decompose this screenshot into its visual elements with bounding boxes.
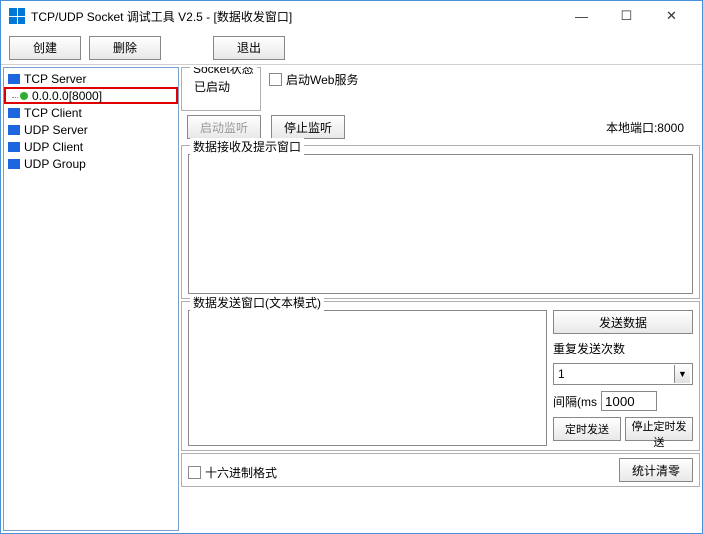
send-legend: 数据发送窗口(文本模式) xyxy=(190,294,324,311)
hex-checkbox[interactable]: 十六进制格式 xyxy=(188,464,277,481)
tree-label: TCP Server xyxy=(24,72,86,86)
bottom-row: 十六进制格式 统计清零 xyxy=(181,453,700,487)
chevron-down-icon: ▼ xyxy=(674,365,690,383)
active-icon xyxy=(20,92,28,100)
checkbox-label: 启动Web服务 xyxy=(286,71,358,88)
tree-label: 0.0.0.0[8000] xyxy=(32,89,102,103)
content-area: TCP Server 0.0.0.0[8000] TCP Client UDP … xyxy=(1,65,702,533)
send-controls: 发送数据 重复发送次数 1 ▼ 间隔(ms 定时发送 停止定时发送 xyxy=(553,310,693,446)
local-port-label: 本地端口:8000 xyxy=(606,119,694,136)
tree-label: UDP Server xyxy=(24,123,88,137)
socket-legend: Socket状态 xyxy=(190,67,257,77)
receive-group: 数据接收及提示窗口 xyxy=(181,145,700,299)
maximize-button[interactable]: ☐ xyxy=(604,2,649,31)
titlebar: TCP/UDP Socket 调试工具 V2.5 - [数据收发窗口] — ☐ … xyxy=(1,1,702,31)
app-window: TCP/UDP Socket 调试工具 V2.5 - [数据收发窗口] — ☐ … xyxy=(0,0,703,534)
repeat-select[interactable]: 1 ▼ xyxy=(553,363,693,385)
server-icon xyxy=(8,142,20,152)
server-icon xyxy=(8,74,20,84)
server-icon xyxy=(8,159,20,169)
create-button[interactable]: 创建 xyxy=(9,36,81,60)
checkbox-icon xyxy=(188,466,201,479)
server-icon xyxy=(8,125,20,135)
tree-listener-selected[interactable]: 0.0.0.0[8000] xyxy=(4,87,178,104)
tree-label: TCP Client xyxy=(24,106,82,120)
timer-start-button[interactable]: 定时发送 xyxy=(553,417,621,441)
tree-label: UDP Client xyxy=(24,140,83,154)
delete-button[interactable]: 删除 xyxy=(89,36,161,60)
socket-status-group: Socket状态 已启动 xyxy=(181,67,261,111)
webservice-checkbox[interactable]: 启动Web服务 xyxy=(269,71,358,88)
repeat-value: 1 xyxy=(558,367,565,381)
interval-input[interactable] xyxy=(601,391,657,411)
checkbox-label: 十六进制格式 xyxy=(205,464,277,481)
receive-legend: 数据接收及提示窗口 xyxy=(190,138,304,155)
server-icon xyxy=(8,108,20,118)
stats-clear-button[interactable]: 统计清零 xyxy=(619,458,693,482)
window-title: TCP/UDP Socket 调试工具 V2.5 - [数据收发窗口] xyxy=(31,8,559,25)
repeat-label: 重复发送次数 xyxy=(553,340,693,357)
tree-udp-server[interactable]: UDP Server xyxy=(4,121,178,138)
receive-textarea[interactable] xyxy=(188,154,693,294)
tree-udp-group[interactable]: UDP Group xyxy=(4,155,178,172)
tree-tcp-client[interactable]: TCP Client xyxy=(4,104,178,121)
app-icon xyxy=(9,8,25,24)
window-controls: — ☐ ✕ xyxy=(559,2,694,31)
close-button[interactable]: ✕ xyxy=(649,2,694,31)
send-group: 数据发送窗口(文本模式) 发送数据 重复发送次数 1 ▼ 间隔(ms xyxy=(181,301,700,451)
minimize-button[interactable]: — xyxy=(559,2,604,31)
timer-stop-button[interactable]: 停止定时发送 xyxy=(625,417,693,441)
tree-udp-client[interactable]: UDP Client xyxy=(4,138,178,155)
toolbar: 创建 删除 退出 xyxy=(1,31,702,65)
status-strip: Socket状态 已启动 启动Web服务 xyxy=(181,67,700,111)
stop-listen-button[interactable]: 停止监听 xyxy=(271,115,345,139)
tree-label: UDP Group xyxy=(24,157,86,171)
send-textarea[interactable] xyxy=(188,310,547,446)
sidebar-tree[interactable]: TCP Server 0.0.0.0[8000] TCP Client UDP … xyxy=(3,67,179,531)
start-listen-button[interactable]: 启动监听 xyxy=(187,115,261,139)
tree-tcp-server[interactable]: TCP Server xyxy=(4,70,178,87)
interval-label: 间隔(ms xyxy=(553,393,597,410)
checkbox-icon xyxy=(269,73,282,86)
exit-button[interactable]: 退出 xyxy=(213,36,285,60)
main-panel: Socket状态 已启动 启动Web服务 启动监听 停止监听 本地端口:8000… xyxy=(181,67,700,531)
send-button[interactable]: 发送数据 xyxy=(553,310,693,334)
